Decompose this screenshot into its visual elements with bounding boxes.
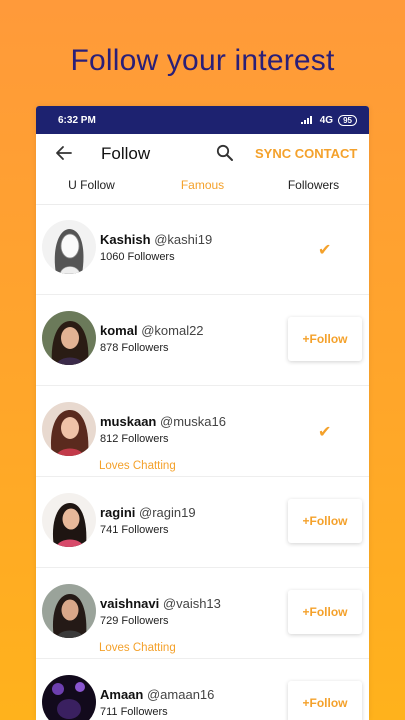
user-list: Kashish @kashi19 1060 Followers ✔ komal …	[36, 204, 369, 720]
avatar[interactable]	[42, 493, 96, 547]
signal-icon	[300, 116, 315, 124]
network-label: 4G	[319, 114, 334, 126]
tab-u-follow[interactable]: U Follow	[36, 172, 147, 204]
follow-button[interactable]: +Follow	[288, 590, 362, 634]
following-check-icon[interactable]: ✔	[318, 240, 331, 260]
user-tagline: Loves Chatting	[99, 460, 176, 472]
app-bar: Follow SYNC CONTACT	[36, 134, 369, 172]
user-handle: @muska16	[160, 414, 226, 429]
user-handle: @komal22	[141, 323, 204, 338]
user-name-line: muskaan @muska16	[100, 414, 226, 429]
follower-count: 729 Followers	[100, 615, 169, 627]
user-handle: @amaan16	[146, 687, 215, 702]
user-handle: @ragin19	[139, 505, 196, 520]
user-row[interactable]: ragini @ragin19 741 Followers +Follow	[36, 477, 369, 568]
avatar[interactable]	[42, 675, 96, 720]
user-name: muskaan	[100, 414, 157, 429]
user-name: Kashish	[100, 232, 151, 247]
avatar[interactable]	[42, 220, 96, 274]
user-name: komal	[100, 323, 138, 338]
follower-count: 1060 Followers	[100, 251, 175, 263]
back-arrow-icon[interactable]	[54, 143, 74, 163]
user-row[interactable]: muskaan @muska16 812 Followers Loves Cha…	[36, 386, 369, 477]
user-row[interactable]: Amaan @amaan16 711 Followers +Follow	[36, 659, 369, 720]
avatar[interactable]	[42, 584, 96, 638]
headline: Follow your interest	[70, 44, 335, 77]
avatar[interactable]	[42, 402, 96, 456]
status-time: 6:32 PM	[58, 114, 96, 126]
follow-button[interactable]: +Follow	[288, 317, 362, 361]
battery-icon: 95	[338, 114, 357, 126]
follower-count: 741 Followers	[100, 524, 169, 536]
avatar[interactable]	[42, 311, 96, 365]
user-tagline: Loves Chatting	[99, 642, 176, 654]
status-icons: 4G 95	[300, 114, 357, 126]
tab-followers[interactable]: Followers	[258, 172, 369, 204]
phone-screen: 6:32 PM 4G 95 Follow SYNC CONTACT U Foll…	[36, 106, 369, 720]
tab-famous[interactable]: Famous	[147, 172, 258, 204]
follower-count: 711 Followers	[100, 706, 168, 718]
follower-count: 878 Followers	[100, 342, 169, 354]
follower-count: 812 Followers	[100, 433, 169, 445]
user-name: Amaan	[100, 687, 144, 702]
user-name-line: vaishnavi @vaish13	[100, 596, 221, 611]
user-name-line: ragini @ragin19	[100, 505, 196, 520]
user-name-line: komal @komal22	[100, 323, 204, 338]
user-name-line: Kashish @kashi19	[100, 232, 212, 247]
user-row[interactable]: Kashish @kashi19 1060 Followers ✔	[36, 204, 369, 295]
user-row[interactable]: komal @komal22 878 Followers +Follow	[36, 295, 369, 386]
user-name-line: Amaan @amaan16	[100, 687, 214, 702]
user-name: vaishnavi	[100, 596, 160, 611]
follow-button[interactable]: +Follow	[288, 681, 362, 720]
page-title: Follow	[101, 144, 151, 163]
following-check-icon[interactable]: ✔	[318, 422, 331, 442]
status-bar: 6:32 PM 4G 95	[36, 106, 369, 134]
user-row[interactable]: vaishnavi @vaish13 729 Followers Loves C…	[36, 568, 369, 659]
user-handle: @vaish13	[162, 596, 221, 611]
tab-bar: U Follow Famous Followers	[36, 172, 369, 205]
search-icon[interactable]	[216, 144, 234, 162]
user-name: ragini	[100, 505, 136, 520]
user-handle: @kashi19	[154, 232, 213, 247]
follow-button[interactable]: +Follow	[288, 499, 362, 543]
sync-contact-button[interactable]: SYNC CONTACT	[255, 146, 357, 161]
